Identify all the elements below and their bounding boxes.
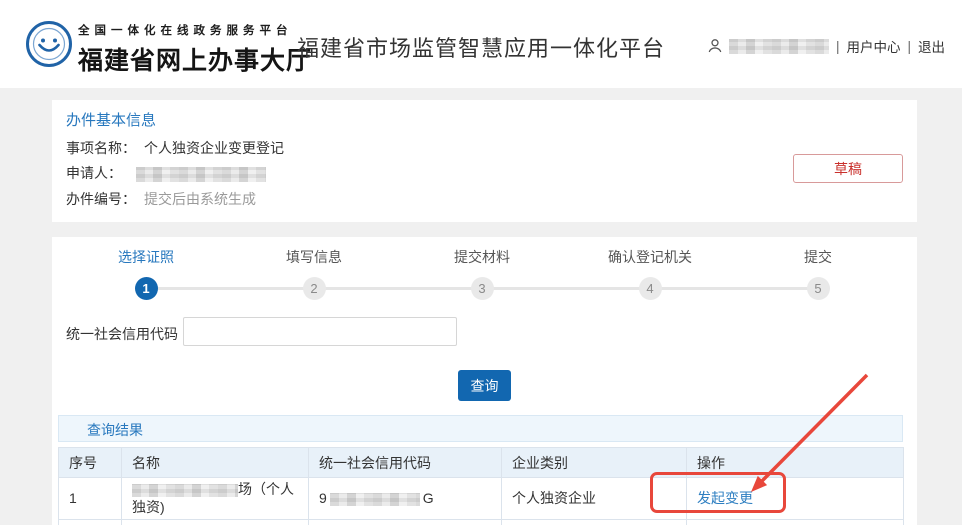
col-header-index: 序号 [59, 448, 122, 478]
table-header-row: 序号 名称 统一社会信用代码 企业类别 操作 [59, 448, 904, 478]
credit-code-label: 统一社会信用代码 [66, 324, 178, 344]
result-section-bar: 查询结果 [58, 415, 903, 442]
user-center-link[interactable]: 用户中心 [846, 36, 900, 56]
item-name-value: 个人独资企业变更登记 [144, 140, 284, 156]
case-number-value: 提交后由系统生成 [144, 191, 256, 207]
redacted-username [729, 39, 829, 54]
col-header-credit-code: 统一社会信用代码 [309, 448, 502, 478]
step-label-2: 填写信息 [244, 247, 384, 267]
col-header-action: 操作 [687, 448, 904, 478]
user-icon [707, 38, 723, 54]
redacted-credit-code [330, 493, 420, 506]
credit-code-input[interactable] [183, 317, 457, 346]
field-case-number: 办件编号： 提交后由系统生成 [66, 189, 256, 209]
redacted-company-name [132, 484, 238, 497]
platform-title: 福建省市场监管智慧应用一体化平台 [297, 31, 665, 63]
basic-info-panel: 办件基本信息 事项名称： 个人独资企业变更登记 申请人： 办件编号： 提交后由系统生… [52, 100, 917, 222]
col-header-category: 企业类别 [502, 448, 687, 478]
step-label-4: 确认登记机关 [580, 247, 720, 267]
applicant-label: 申请人： [66, 165, 122, 181]
query-button[interactable]: 查询 [458, 370, 511, 401]
separator: | [907, 39, 911, 54]
table-row-partial [59, 520, 904, 525]
basic-info-title: 办件基本信息 [66, 109, 156, 130]
col-header-name: 名称 [122, 448, 309, 478]
draft-button[interactable]: 草稿 [793, 154, 903, 183]
step-circle-1: 1 [135, 277, 158, 300]
field-item-name: 事项名称： 个人独资企业变更登记 [66, 138, 284, 158]
cell-credit-code: 9G [309, 478, 502, 520]
page: 全国一体化在线政务服务平台 福建省网上办事大厅 福建省市场监管智慧应用一体化平台… [0, 0, 962, 525]
table-row: 1 场（个人独资) 9G 个人独资企业 发起变更 [59, 478, 904, 520]
step-label-3: 提交材料 [412, 247, 552, 267]
brand-title: 福建省网上办事大厅 [78, 41, 308, 77]
step-circle-3: 3 [471, 277, 494, 300]
step-circle-4: 4 [639, 277, 662, 300]
header: 全国一体化在线政务服务平台 福建省网上办事大厅 福建省市场监管智慧应用一体化平台… [0, 0, 962, 88]
process-panel: 选择证照 填写信息 提交材料 确认登记机关 提交 1 2 3 4 5 统一社会信… [52, 237, 917, 525]
field-applicant: 申请人： [66, 163, 266, 183]
user-area: | 用户中心 | 退出 [707, 36, 945, 56]
cell-category: 个人独资企业 [502, 478, 687, 520]
separator: | [836, 39, 840, 54]
result-section-title: 查询结果 [87, 420, 143, 440]
step-label-1: 选择证照 [76, 247, 216, 267]
redacted-applicant [136, 167, 266, 182]
item-name-label: 事项名称： [66, 140, 136, 156]
case-number-label: 办件编号： [66, 191, 136, 207]
brand-slogan: 全国一体化在线政务服务平台 [78, 22, 308, 38]
logout-link[interactable]: 退出 [918, 36, 945, 56]
result-table: 序号 名称 统一社会信用代码 企业类别 操作 1 场（个人独资) 9G 个人独资… [58, 447, 904, 525]
cell-index: 1 [59, 478, 122, 520]
cell-action: 发起变更 [687, 478, 904, 520]
code-prefix: 9 [319, 490, 327, 506]
brand-text: 全国一体化在线政务服务平台 福建省网上办事大厅 [78, 22, 308, 77]
gov-service-logo-icon [25, 20, 73, 68]
step-circle-5: 5 [807, 277, 830, 300]
code-suffix: G [423, 490, 434, 506]
cell-name: 场（个人独资) [122, 478, 309, 520]
initiate-change-link[interactable]: 发起变更 [697, 490, 753, 506]
step-label-5: 提交 [748, 247, 888, 267]
step-circle-2: 2 [303, 277, 326, 300]
page-body: 办件基本信息 事项名称： 个人独资企业变更登记 申请人： 办件编号： 提交后由系统生… [0, 88, 962, 525]
